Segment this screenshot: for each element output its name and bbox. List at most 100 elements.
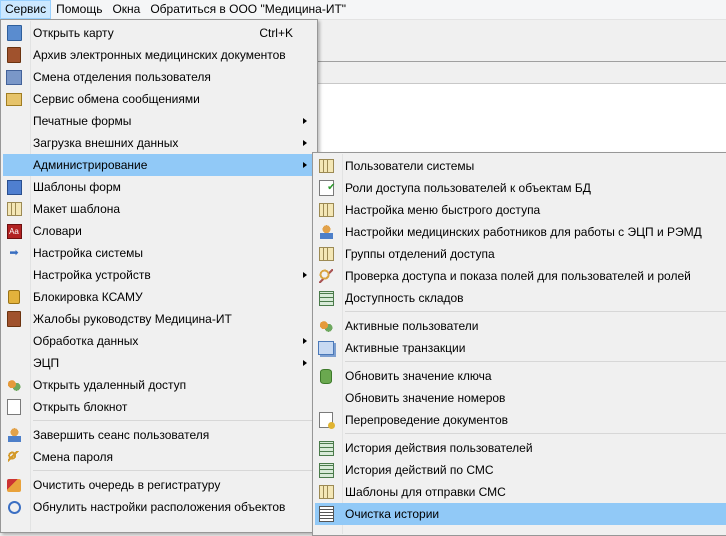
menu-item-messaging[interactable]: Сервис обмена сообщениями bbox=[3, 88, 315, 110]
menu-item-label: Доступность складов bbox=[345, 291, 464, 305]
menu-item-label: Открыть удаленный доступ bbox=[33, 378, 187, 392]
submenu-item-update-key[interactable]: Обновить значение ключа bbox=[315, 365, 726, 387]
menu-item-label: Архив электронных медицинских документов bbox=[33, 48, 286, 62]
submenu-item-medical-staff-ecp[interactable]: Настройки медицинских работников для раб… bbox=[315, 221, 726, 243]
submenu-item-access-check[interactable]: Проверка доступа и показа полей для поль… bbox=[315, 265, 726, 287]
service-menu: Открыть карту Ctrl+K Архив электронных м… bbox=[0, 19, 318, 533]
submenu-arrow-icon bbox=[303, 118, 307, 124]
menu-item-archive[interactable]: Архив электронных медицинских документов bbox=[3, 44, 315, 66]
menu-windows[interactable]: Окна bbox=[107, 0, 145, 19]
menu-item-external-data[interactable]: Загрузка внешних данных bbox=[3, 132, 315, 154]
menu-item-label: История действий по СМС bbox=[345, 463, 494, 477]
submenu-item-active-users[interactable]: Активные пользователи bbox=[315, 315, 726, 337]
grid-icon bbox=[318, 246, 334, 262]
database-icon bbox=[318, 368, 334, 384]
menu-item-change-department[interactable]: Смена отделения пользователя bbox=[3, 66, 315, 88]
menu-item-label: Обновить значение номеров bbox=[345, 391, 506, 405]
menu-item-device-settings[interactable]: Настройка устройств bbox=[3, 264, 315, 286]
submenu-item-update-numbers[interactable]: Обновить значение номеров bbox=[315, 387, 726, 409]
grid-icon bbox=[318, 202, 334, 218]
menu-item-print-forms[interactable]: Печатные формы bbox=[3, 110, 315, 132]
menu-item-label: Макет шаблона bbox=[33, 202, 121, 216]
submenu-item-department-groups[interactable]: Группы отделений доступа bbox=[315, 243, 726, 265]
submenu-item-repost-documents[interactable]: Перепроведение документов bbox=[315, 409, 726, 431]
submenu-item-access-roles[interactable]: Роли доступа пользователей к объектам БД bbox=[315, 177, 726, 199]
menu-item-complaints[interactable]: Жалобы руководству Медицина-ИТ bbox=[3, 308, 315, 330]
menu-item-label: Очистить очередь в регистратуру bbox=[33, 478, 221, 492]
menu-item-label: Пользователи системы bbox=[345, 159, 475, 173]
submenu-arrow-icon bbox=[303, 140, 307, 146]
menu-item-label: Жалобы руководству Медицина-ИТ bbox=[33, 312, 232, 326]
search-icon bbox=[318, 268, 334, 284]
menu-item-label: Обновить значение ключа bbox=[345, 369, 492, 383]
key-icon bbox=[6, 449, 22, 465]
menu-item-label: ЭЦП bbox=[33, 356, 60, 370]
submenu-item-quick-menu[interactable]: Настройка меню быстрого доступа bbox=[315, 199, 726, 221]
book-icon bbox=[6, 47, 22, 63]
menu-item-change-password[interactable]: Смена пароля bbox=[3, 446, 315, 468]
lock-icon bbox=[6, 289, 22, 305]
menu-item-label: Активные транзакции bbox=[345, 341, 466, 355]
document-icon bbox=[318, 412, 335, 429]
menu-item-dictionaries[interactable]: Aa Словари bbox=[3, 220, 315, 242]
menu-item-block-ksamu[interactable]: Блокировка КСАМУ bbox=[3, 286, 315, 308]
grid-icon bbox=[318, 484, 334, 500]
grid-icon bbox=[318, 158, 334, 174]
menu-item-label: Администрирование bbox=[33, 158, 148, 172]
menu-item-administration[interactable]: Администрирование bbox=[3, 154, 315, 176]
table-icon bbox=[318, 290, 334, 306]
menu-item-reset-layout[interactable]: Обнулить настройки расположения объектов bbox=[3, 496, 315, 518]
shortcut-label: Ctrl+K bbox=[259, 26, 293, 40]
submenu-arrow-icon bbox=[303, 338, 307, 344]
menu-item-open-card[interactable]: Открыть карту Ctrl+K bbox=[3, 22, 315, 44]
menu-service[interactable]: Сервис bbox=[0, 0, 52, 19]
reset-icon bbox=[6, 499, 22, 515]
menu-item-clear-queue[interactable]: Очистить очередь в регистратуру bbox=[3, 474, 315, 496]
menu-item-template-layout[interactable]: Макет шаблона bbox=[3, 198, 315, 220]
submenu-item-warehouse-availability[interactable]: Доступность складов bbox=[315, 287, 726, 309]
menu-item-label: История действия пользователей bbox=[345, 441, 533, 455]
menu-item-label: Настройка меню быстрого доступа bbox=[345, 203, 541, 217]
menu-item-label: Настройки медицинских работников для раб… bbox=[345, 225, 702, 239]
form-icon bbox=[6, 179, 22, 195]
submenu-item-user-history[interactable]: История действия пользователей bbox=[315, 437, 726, 459]
menu-item-label: Обнулить настройки расположения объектов bbox=[33, 500, 286, 514]
people-icon bbox=[318, 318, 334, 334]
submenu-item-sms-templates[interactable]: Шаблоны для отправки СМС bbox=[315, 481, 726, 503]
list-icon bbox=[318, 506, 334, 522]
grid-icon bbox=[6, 201, 22, 217]
menu-item-data-processing[interactable]: Обработка данных bbox=[3, 330, 315, 352]
menu-item-system-settings[interactable]: ➡ Настройка системы bbox=[3, 242, 315, 264]
submenu-arrow-icon bbox=[303, 272, 307, 278]
menu-item-label: Настройка системы bbox=[33, 246, 144, 260]
arrow-icon: ➡ bbox=[9, 247, 19, 259]
submenu-item-system-users[interactable]: Пользователи системы bbox=[315, 155, 726, 177]
submenu-item-active-transactions[interactable]: Активные транзакции bbox=[315, 337, 726, 359]
menu-contact[interactable]: Обратиться в ООО "Медицина-ИТ" bbox=[145, 0, 351, 19]
menu-item-label: Сервис обмена сообщениями bbox=[33, 92, 200, 106]
menu-item-form-templates[interactable]: Шаблоны форм bbox=[3, 176, 315, 198]
menu-item-label: Словари bbox=[33, 224, 82, 238]
submenu-item-clear-history[interactable]: Очистка истории bbox=[315, 503, 726, 525]
menu-item-ecp[interactable]: ЭЦП bbox=[3, 352, 315, 374]
clear-icon bbox=[6, 477, 22, 493]
menu-item-label: Группы отделений доступа bbox=[345, 247, 495, 261]
submenu-item-sms-history[interactable]: История действий по СМС bbox=[315, 459, 726, 481]
menu-item-end-session[interactable]: Завершить сеанс пользователя bbox=[3, 424, 315, 446]
menu-item-label: Очистка истории bbox=[345, 507, 440, 521]
menu-item-label: Завершить сеанс пользователя bbox=[33, 428, 210, 442]
submenu-arrow-icon bbox=[303, 360, 307, 366]
menu-item-label: Загрузка внешних данных bbox=[33, 136, 179, 150]
menu-item-remote-access[interactable]: Открыть удаленный доступ bbox=[3, 374, 315, 396]
menu-item-label: Блокировка КСАМУ bbox=[33, 290, 143, 304]
people-icon bbox=[6, 377, 22, 393]
submenu-arrow-icon bbox=[303, 162, 307, 168]
menu-item-open-notepad[interactable]: Открыть блокнот bbox=[3, 396, 315, 418]
menu-item-label: Шаблоны форм bbox=[33, 180, 121, 194]
menu-help[interactable]: Помощь bbox=[51, 0, 107, 19]
menu-item-label: Шаблоны для отправки СМС bbox=[345, 485, 506, 499]
menu-item-label: Перепроведение документов bbox=[345, 413, 509, 427]
dictionary-icon: Aa bbox=[6, 223, 22, 239]
menu-item-label: Роли доступа пользователей к объектам БД bbox=[345, 181, 591, 195]
table-icon bbox=[318, 462, 334, 478]
